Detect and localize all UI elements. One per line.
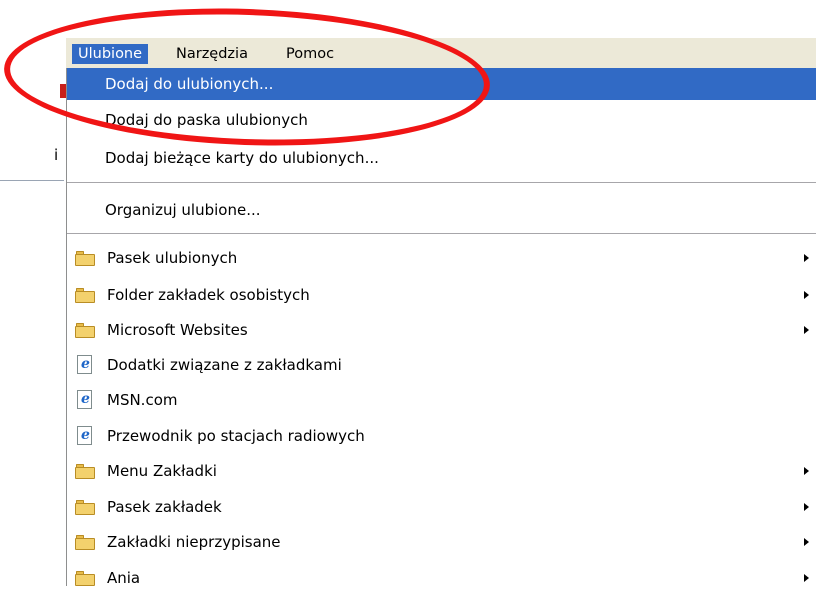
menu-item-label: Przewodnik po stacjach radiowych xyxy=(107,427,365,445)
menu-separator xyxy=(67,182,816,183)
menu-item-add-current-tabs[interactable]: Dodaj bieżące karty do ulubionych... xyxy=(67,142,816,174)
menu-item-add-to-favorites-bar[interactable]: Dodaj do paska ulubionych xyxy=(67,104,816,136)
menu-item-ania-folder[interactable]: Ania xyxy=(67,562,816,594)
menu-item-favorites-bar-folder[interactable]: Pasek ulubionych xyxy=(67,242,816,274)
menu-item-label: MSN.com xyxy=(107,391,178,409)
ie-page-icon: e xyxy=(75,355,95,374)
folder-icon xyxy=(75,287,95,303)
folder-icon xyxy=(75,499,95,515)
submenu-arrow-icon xyxy=(804,467,809,475)
menu-item-msn[interactable]: e MSN.com xyxy=(67,384,816,416)
menu-item-label: Pasek ulubionych xyxy=(107,249,238,267)
folder-icon xyxy=(75,534,95,550)
menubar-item-narzedzia[interactable]: Narzędzia xyxy=(170,44,254,64)
menu-item-unsorted-bookmarks-folder[interactable]: Zakładki nieprzypisane xyxy=(67,526,816,558)
menu-item-label: Dodaj do ulubionych... xyxy=(105,75,274,93)
background-window-strip: i xyxy=(0,38,66,188)
menu-item-personal-bookmarks-folder[interactable]: Folder zakładek osobistych xyxy=(67,279,816,311)
submenu-arrow-icon xyxy=(804,503,809,511)
menu-item-add-to-favorites[interactable]: Dodaj do ulubionych... xyxy=(67,68,816,100)
background-text-fragment: i xyxy=(54,146,59,164)
background-divider xyxy=(0,180,64,181)
ie-page-icon: e xyxy=(75,426,95,445)
menu-item-label: Pasek zakładek xyxy=(107,498,222,516)
folder-icon xyxy=(75,570,95,586)
menu-item-microsoft-websites-folder[interactable]: Microsoft Websites xyxy=(67,314,816,346)
menu-item-organize-favorites[interactable]: Organizuj ulubione... xyxy=(67,194,816,226)
submenu-arrow-icon xyxy=(804,574,809,582)
menu-item-label: Organizuj ulubione... xyxy=(105,201,261,219)
folder-icon xyxy=(75,322,95,338)
submenu-arrow-icon xyxy=(804,254,809,262)
menu-bar: Ulubione Narzędzia Pomoc xyxy=(66,38,816,69)
menu-item-label: Dodaj bieżące karty do ulubionych... xyxy=(105,149,379,167)
menu-item-label: Dodatki związane z zakładkami xyxy=(107,356,342,374)
favorites-dropdown-menu: Dodaj do ulubionych... Dodaj do paska ul… xyxy=(66,68,816,587)
menu-item-label: Dodaj do paska ulubionych xyxy=(105,111,308,129)
menubar-item-ulubione[interactable]: Ulubione xyxy=(72,44,149,64)
menu-separator xyxy=(67,233,816,234)
folder-icon xyxy=(75,250,95,266)
menu-item-label: Microsoft Websites xyxy=(107,321,248,339)
menu-item-label: Ania xyxy=(107,569,141,587)
menu-item-label: Menu Zakładki xyxy=(107,462,217,480)
menu-item-label: Zakładki nieprzypisane xyxy=(107,533,281,551)
folder-icon xyxy=(75,463,95,479)
submenu-arrow-icon xyxy=(804,326,809,334)
menu-item-radio-guide[interactable]: e Przewodnik po stacjach radiowych xyxy=(67,420,816,452)
menu-item-bookmarks-toolbar-folder[interactable]: Pasek zakładek xyxy=(67,491,816,523)
ie-page-icon: e xyxy=(75,390,95,409)
submenu-arrow-icon xyxy=(804,538,809,546)
menubar-item-pomoc[interactable]: Pomoc xyxy=(280,44,340,64)
submenu-arrow-icon xyxy=(804,291,809,299)
menu-item-bookmark-addons[interactable]: e Dodatki związane z zakładkami xyxy=(67,349,816,381)
menu-item-bookmarks-menu-folder[interactable]: Menu Zakładki xyxy=(67,455,816,487)
menu-item-label: Folder zakładek osobistych xyxy=(107,286,310,304)
